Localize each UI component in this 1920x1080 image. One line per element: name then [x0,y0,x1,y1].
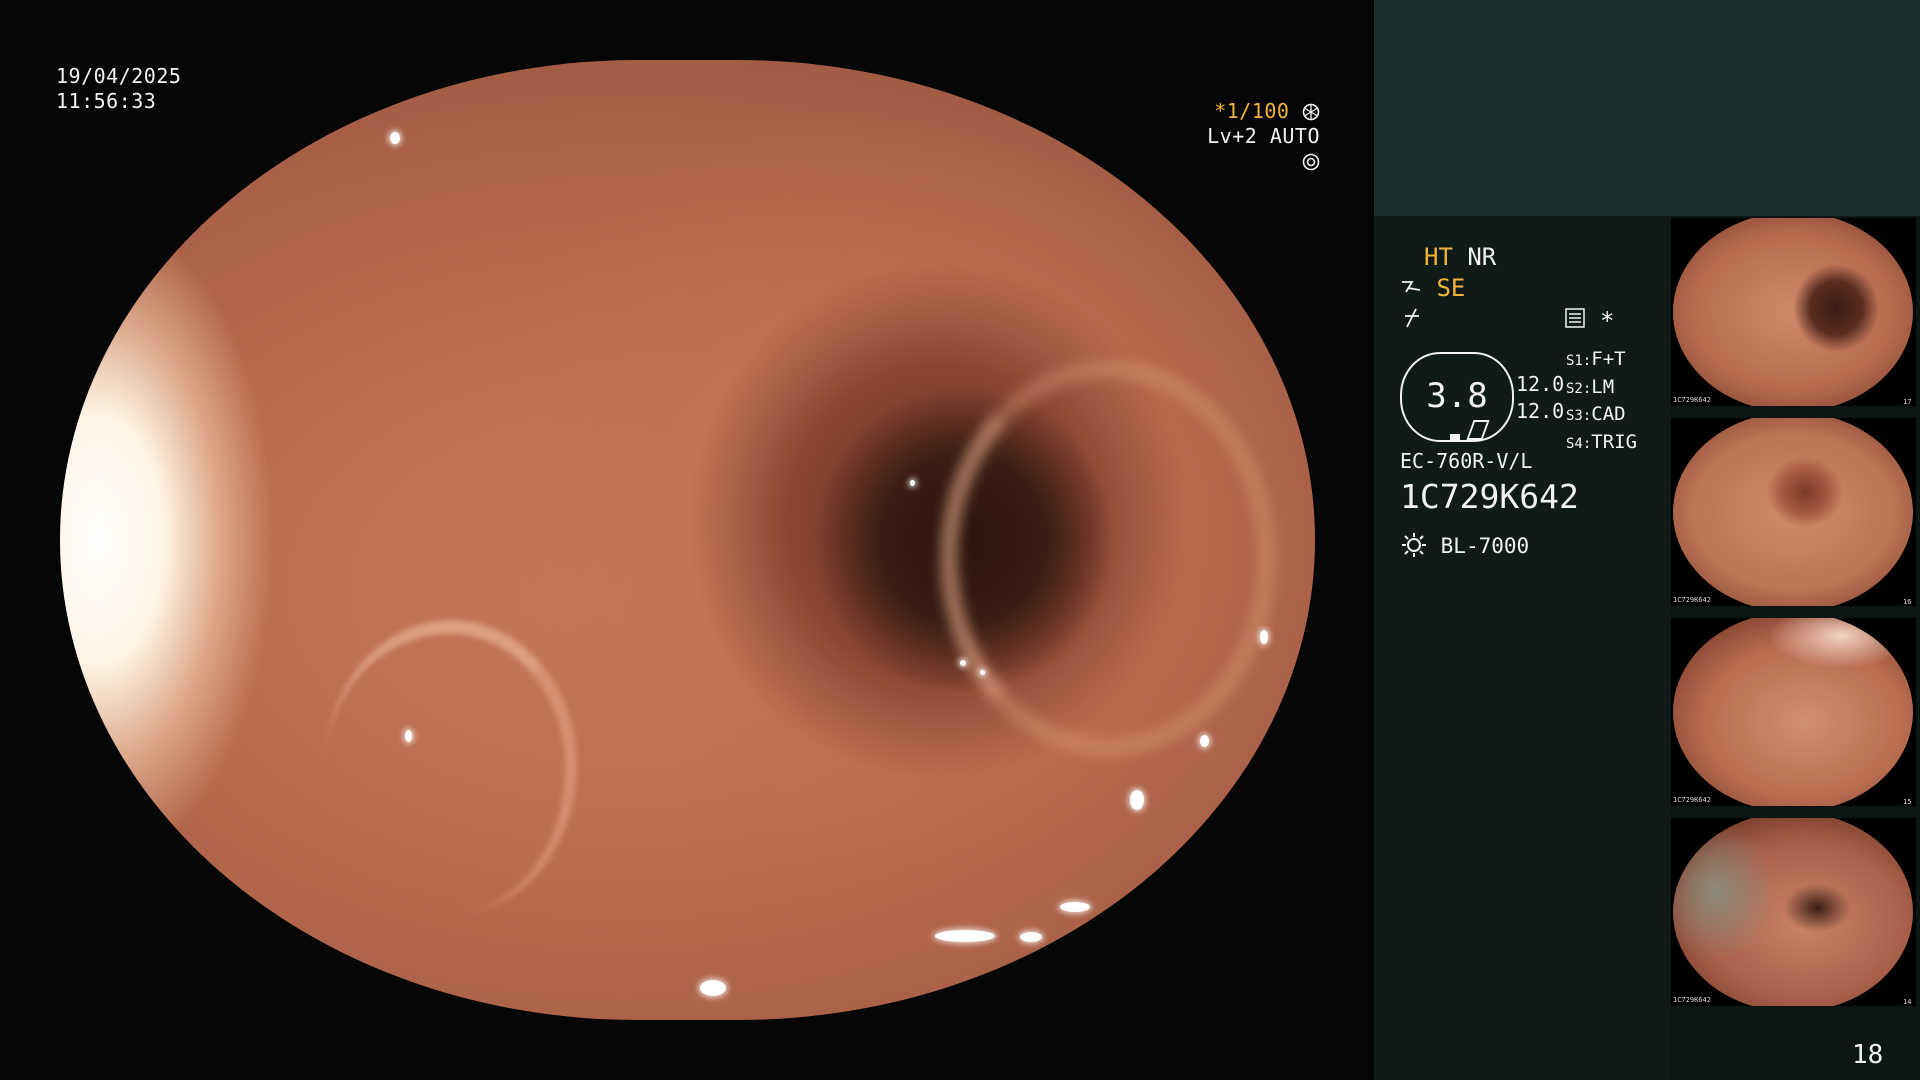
iris-icon [1302,149,1320,173]
light-source-icon [1400,533,1441,558]
glint [1200,735,1209,747]
thumbnail-3[interactable]: 1C729K642 15 [1671,618,1916,806]
gauge-marker [1450,434,1460,440]
thumbnail-serial: 1C729K642 [1673,396,1711,404]
timestamp: 19/04/2025 11:56:33 [56,64,181,114]
endoscope-main-view [60,60,1315,1020]
glint [960,660,966,666]
contrast-icon [1402,307,1422,333]
mode-se: SE [1436,274,1466,302]
gauge-tip-icon [1466,420,1490,440]
thumbnail-index: 15 [1903,798,1912,806]
glint [390,132,400,144]
glint [1260,630,1268,644]
glint [1020,932,1042,942]
glint [1130,790,1144,810]
gauge-values: 12.0 12.0 [1516,371,1564,425]
mode-row-2: SE [1400,274,1465,302]
structure-enhance-icon [1400,274,1436,302]
thumbnail-image [1673,818,1913,1006]
scope-model: EC-760R-V/L [1400,449,1533,473]
light-source: BL-7000 [1400,531,1529,559]
switch-row: S1:F+T [1566,348,1626,370]
asterisk-mark: * [1600,307,1615,335]
lumen-fold [940,360,1276,756]
mucosal-fold [325,620,577,914]
thumbnail-index: 14 [1903,998,1912,1006]
thumbnail-image [1673,618,1913,806]
thumbnail-index: 16 [1903,598,1912,606]
glint [935,930,995,942]
mode-nr: NR [1467,243,1497,271]
thumbnail-4[interactable]: 1C729K642 14 [1671,818,1916,1006]
glint [980,670,985,675]
time-text: 11:56:33 [56,89,157,113]
thumbnail-image [1673,418,1913,606]
switch-row: S4:TRIG [1566,430,1638,453]
side-panel-header [1374,0,1920,216]
glint [405,730,412,742]
glint [700,980,726,996]
magnification-gauge: 3.8 [1400,352,1514,442]
glint [910,480,915,486]
switch-assignments: S1:F+T S2:LM S3:CAD S4:TRIG [1566,347,1637,457]
shutter-speed: *1/100 [1214,99,1290,123]
thumbnail-serial: 1C729K642 [1673,796,1711,804]
frame-number: 18 [1852,1040,1884,1070]
gauge-value-2: 12.0 [1516,399,1565,423]
exposure-info: *1/100 Lv+2 AUTO [1190,99,1320,174]
mode-ht: HT [1424,243,1453,271]
mode-row-1: HT NR [1424,243,1496,271]
settings-list-icon [1565,308,1585,332]
switch-row: S3:CAD [1566,403,1626,425]
info-column [1374,216,1670,1080]
gauge-value-1: 12.0 [1516,372,1565,396]
light-source-label: BL-7000 [1440,534,1530,558]
thumbnail-2[interactable]: 1C729K642 16 [1671,418,1916,606]
thumbnail-1[interactable]: 1C729K642 17 [1671,218,1916,406]
switch-row: S2:LM [1566,375,1615,398]
thumbnail-image [1673,218,1913,406]
aperture-icon [1302,99,1320,123]
gauge-value: 3.8 [1426,376,1488,416]
thumbnail-index: 17 [1903,398,1912,406]
level-auto: Lv+2 AUTO [1207,124,1320,148]
thumbnail-serial: 1C729K642 [1673,996,1711,1004]
glint [1060,902,1090,912]
scope-serial: 1C729K642 [1400,477,1579,516]
date-text: 19/04/2025 [56,64,182,88]
thumbnail-serial: 1C729K642 [1673,596,1711,604]
